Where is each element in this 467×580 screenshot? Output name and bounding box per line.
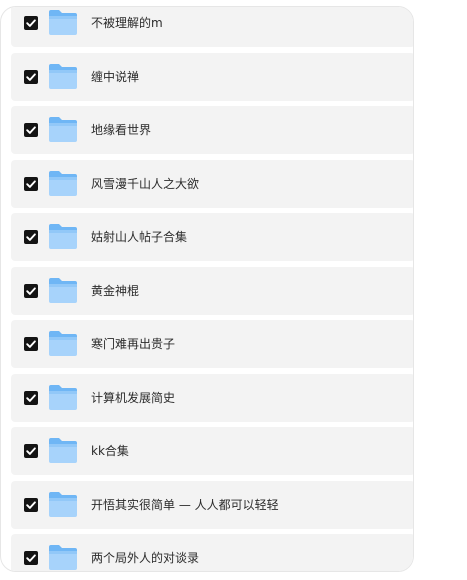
folder-name: 两个局外人的对谈录: [91, 551, 200, 565]
folder-list-panel: 不被理解的m 缠中说禅 地缘看世界 风雪漫千山人之大欲 姑射山人帖子合集 黄金神…: [0, 6, 414, 572]
folder-icon: [48, 490, 78, 518]
folder-icon: [48, 222, 78, 250]
folder-icon: [48, 8, 78, 36]
folder-name: kk合集: [91, 444, 129, 458]
folder-name: 黄金神棍: [91, 283, 140, 298]
folder-row-2[interactable]: 缠中说禅: [11, 52, 413, 101]
folder-name: 寒门难再出贵子: [91, 337, 176, 351]
checked-checkbox-icon[interactable]: [24, 16, 38, 30]
checked-checkbox-icon[interactable]: [24, 551, 38, 565]
folder-icon: [48, 115, 78, 143]
folder-row-1[interactable]: 不被理解的m: [11, 7, 413, 47]
folder-row-9[interactable]: kk合集: [11, 427, 413, 475]
checked-checkbox-icon[interactable]: [24, 230, 38, 244]
folder-icon: [48, 543, 78, 571]
folder-icon: [48, 62, 78, 90]
checked-checkbox-icon[interactable]: [24, 283, 38, 298]
folder-row-5[interactable]: 姑射山人帖子合集: [11, 213, 413, 261]
folder-row-11[interactable]: 两个局外人的对谈录: [11, 534, 413, 571]
folder-name: 地缘看世界: [91, 123, 152, 137]
folder-name: 计算机发展简史: [91, 390, 176, 405]
folder-name: 不被理解的m: [91, 16, 163, 30]
folder-name: 风雪漫千山人之大欲: [91, 176, 200, 191]
checked-checkbox-icon[interactable]: [24, 337, 38, 351]
folder-icon: [48, 436, 78, 464]
folder-row-3[interactable]: 地缘看世界: [11, 106, 413, 154]
folder-icon: [48, 276, 78, 304]
folder-row-7[interactable]: 寒门难再出贵子: [11, 320, 413, 368]
checked-checkbox-icon[interactable]: [24, 497, 38, 512]
folder-name: 姑射山人帖子合集: [91, 230, 188, 244]
folder-icon: [48, 329, 78, 357]
folder-row-6[interactable]: 黄金神棍: [11, 266, 413, 315]
checked-checkbox-icon[interactable]: [24, 444, 38, 458]
folder-row-10[interactable]: 开悟其实很简单 — 人人都可以轻轻: [11, 480, 413, 529]
folder-name: 缠中说禅: [91, 69, 140, 84]
folder-name: 开悟其实很简单 — 人人都可以轻轻: [91, 497, 279, 512]
folder-row-4[interactable]: 风雪漫千山人之大欲: [11, 159, 413, 208]
folder-row-8[interactable]: 计算机发展简史: [11, 373, 413, 422]
checked-checkbox-icon[interactable]: [24, 390, 38, 405]
checked-checkbox-icon[interactable]: [24, 123, 38, 137]
folder-icon: [48, 383, 78, 411]
folder-list: 不被理解的m 缠中说禅 地缘看世界 风雪漫千山人之大欲 姑射山人帖子合集 黄金神…: [11, 7, 413, 571]
folder-icon: [48, 169, 78, 197]
checked-checkbox-icon[interactable]: [24, 176, 38, 191]
checked-checkbox-icon[interactable]: [24, 69, 38, 84]
